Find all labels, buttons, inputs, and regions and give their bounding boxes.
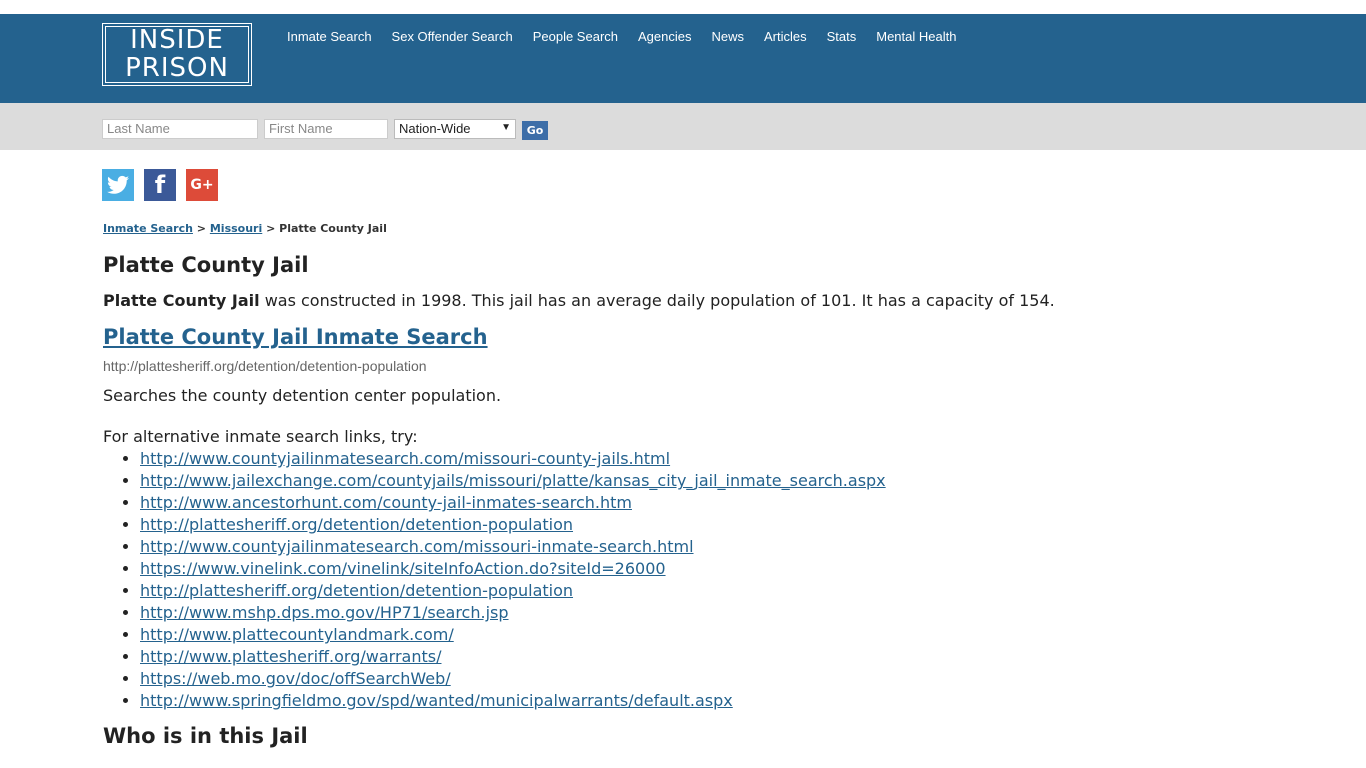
last-name-input[interactable]: Last Name [102,119,258,139]
search-bar: Last Name First Name Nation-Wide ▼ Go [0,103,1366,150]
section-heading: Who is in this Jail [103,724,308,749]
first-name-input[interactable]: First Name [264,119,388,139]
twitter-bird-glyph [107,175,129,194]
breadcrumb-current: Platte County Jail [279,222,387,235]
list-item: http://www.springfieldmo.gov/spd/wanted/… [140,690,1303,712]
nav-stats[interactable]: Stats [817,30,867,44]
top-spacer [0,0,1366,14]
page-title: Platte County Jail [103,253,309,277]
nav-agencies[interactable]: Agencies [628,30,701,44]
breadcrumb-inmate-search[interactable]: Inmate Search [103,222,193,235]
intro-paragraph: Platte County Jail was constructed in 19… [103,291,1303,310]
chevron-down-icon: ▼ [501,122,511,133]
list-item: http://www.plattesheriff.org/warrants/ [140,646,1303,668]
inmate-search-link[interactable]: Platte County Jail Inmate Search [103,325,1303,349]
list-item: http://www.plattecountylandmark.com/ [140,624,1303,646]
alternative-link[interactable]: http://www.countyjailinmatesearch.com/mi… [140,449,670,468]
alternative-link[interactable]: http://plattesheriff.org/detention/deten… [140,515,573,534]
scope-select-value: Nation-Wide [399,121,471,136]
nav-mental-health[interactable]: Mental Health [866,30,966,44]
alternative-link[interactable]: http://www.countyjailinmatesearch.com/mi… [140,537,694,556]
googleplus-icon[interactable]: G+ [186,169,218,201]
twitter-icon[interactable] [102,169,134,201]
breadcrumb-missouri[interactable]: Missouri [210,222,262,235]
breadcrumb-separator: > [196,222,207,235]
list-item: http://plattesheriff.org/detention/deten… [140,580,1303,602]
list-item: http://plattesheriff.org/detention/deten… [140,514,1303,536]
logo-line1: INSIDE [130,25,224,55]
list-item: http://www.ancestorhunt.com/county-jail-… [140,492,1303,514]
googleplus-glyph: G+ [190,177,214,193]
scope-select[interactable]: Nation-Wide ▼ [394,119,516,139]
list-item: http://www.mshp.dps.mo.gov/HP71/search.j… [140,602,1303,624]
nav-articles[interactable]: Articles [754,30,817,44]
alternative-link[interactable]: http://www.ancestorhunt.com/county-jail-… [140,493,632,512]
nav-people-search[interactable]: People Search [523,30,628,44]
list-item: https://web.mo.gov/doc/offSearchWeb/ [140,668,1303,690]
intro-jail-name: Platte County Jail [103,291,260,311]
alternative-link[interactable]: http://plattesheriff.org/detention/deten… [140,581,573,600]
alternative-links-intro: For alternative inmate search links, try… [103,427,418,447]
alternative-link[interactable]: https://www.vinelink.com/vinelink/siteIn… [140,559,666,578]
site-logo[interactable]: INSIDE PRISON [102,23,252,86]
nav-sex-offender-search[interactable]: Sex Offender Search [382,30,523,44]
nav-inmate-search[interactable]: Inmate Search [277,30,382,44]
list-item: https://www.vinelink.com/vinelink/siteIn… [140,558,1303,580]
list-item: http://www.countyjailinmatesearch.com/mi… [140,536,1303,558]
intro-text: was constructed in 1998. This jail has a… [259,291,1055,311]
inmate-search-url: http://plattesheriff.org/detention/deten… [103,358,427,375]
go-button[interactable]: Go [522,121,548,140]
alternative-link[interactable]: https://web.mo.gov/doc/offSearchWeb/ [140,669,451,688]
alternative-link[interactable]: http://www.plattecountylandmark.com/ [140,625,454,644]
main-content: Inmate Search > Missouri > Platte County… [103,222,1303,748]
site-header: INSIDE PRISON Inmate Search Sex Offender… [0,14,1366,103]
logo-line2: PRISON [125,53,229,83]
list-item: http://www.countyjailinmatesearch.com/mi… [140,448,1303,470]
main-nav: Inmate Search Sex Offender Search People… [277,30,966,44]
inmate-search-description: Searches the county detention center pop… [103,386,502,406]
facebook-glyph: f [154,171,166,199]
breadcrumb-separator: > [266,222,276,235]
alternative-links-list: http://www.countyjailinmatesearch.com/mi… [103,448,1303,712]
nav-news[interactable]: News [701,30,754,44]
list-item: http://www.jailexchange.com/countyjails/… [140,470,1303,492]
breadcrumb: Inmate Search > Missouri > Platte County… [103,222,1303,235]
alternative-link[interactable]: http://www.mshp.dps.mo.gov/HP71/search.j… [140,603,509,622]
alternative-link[interactable]: http://www.plattesheriff.org/warrants/ [140,647,441,666]
social-links: f G+ [102,169,218,201]
facebook-icon[interactable]: f [144,169,176,201]
alternative-link[interactable]: http://www.springfieldmo.gov/spd/wanted/… [140,691,733,710]
alternative-link[interactable]: http://www.jailexchange.com/countyjails/… [140,471,886,490]
